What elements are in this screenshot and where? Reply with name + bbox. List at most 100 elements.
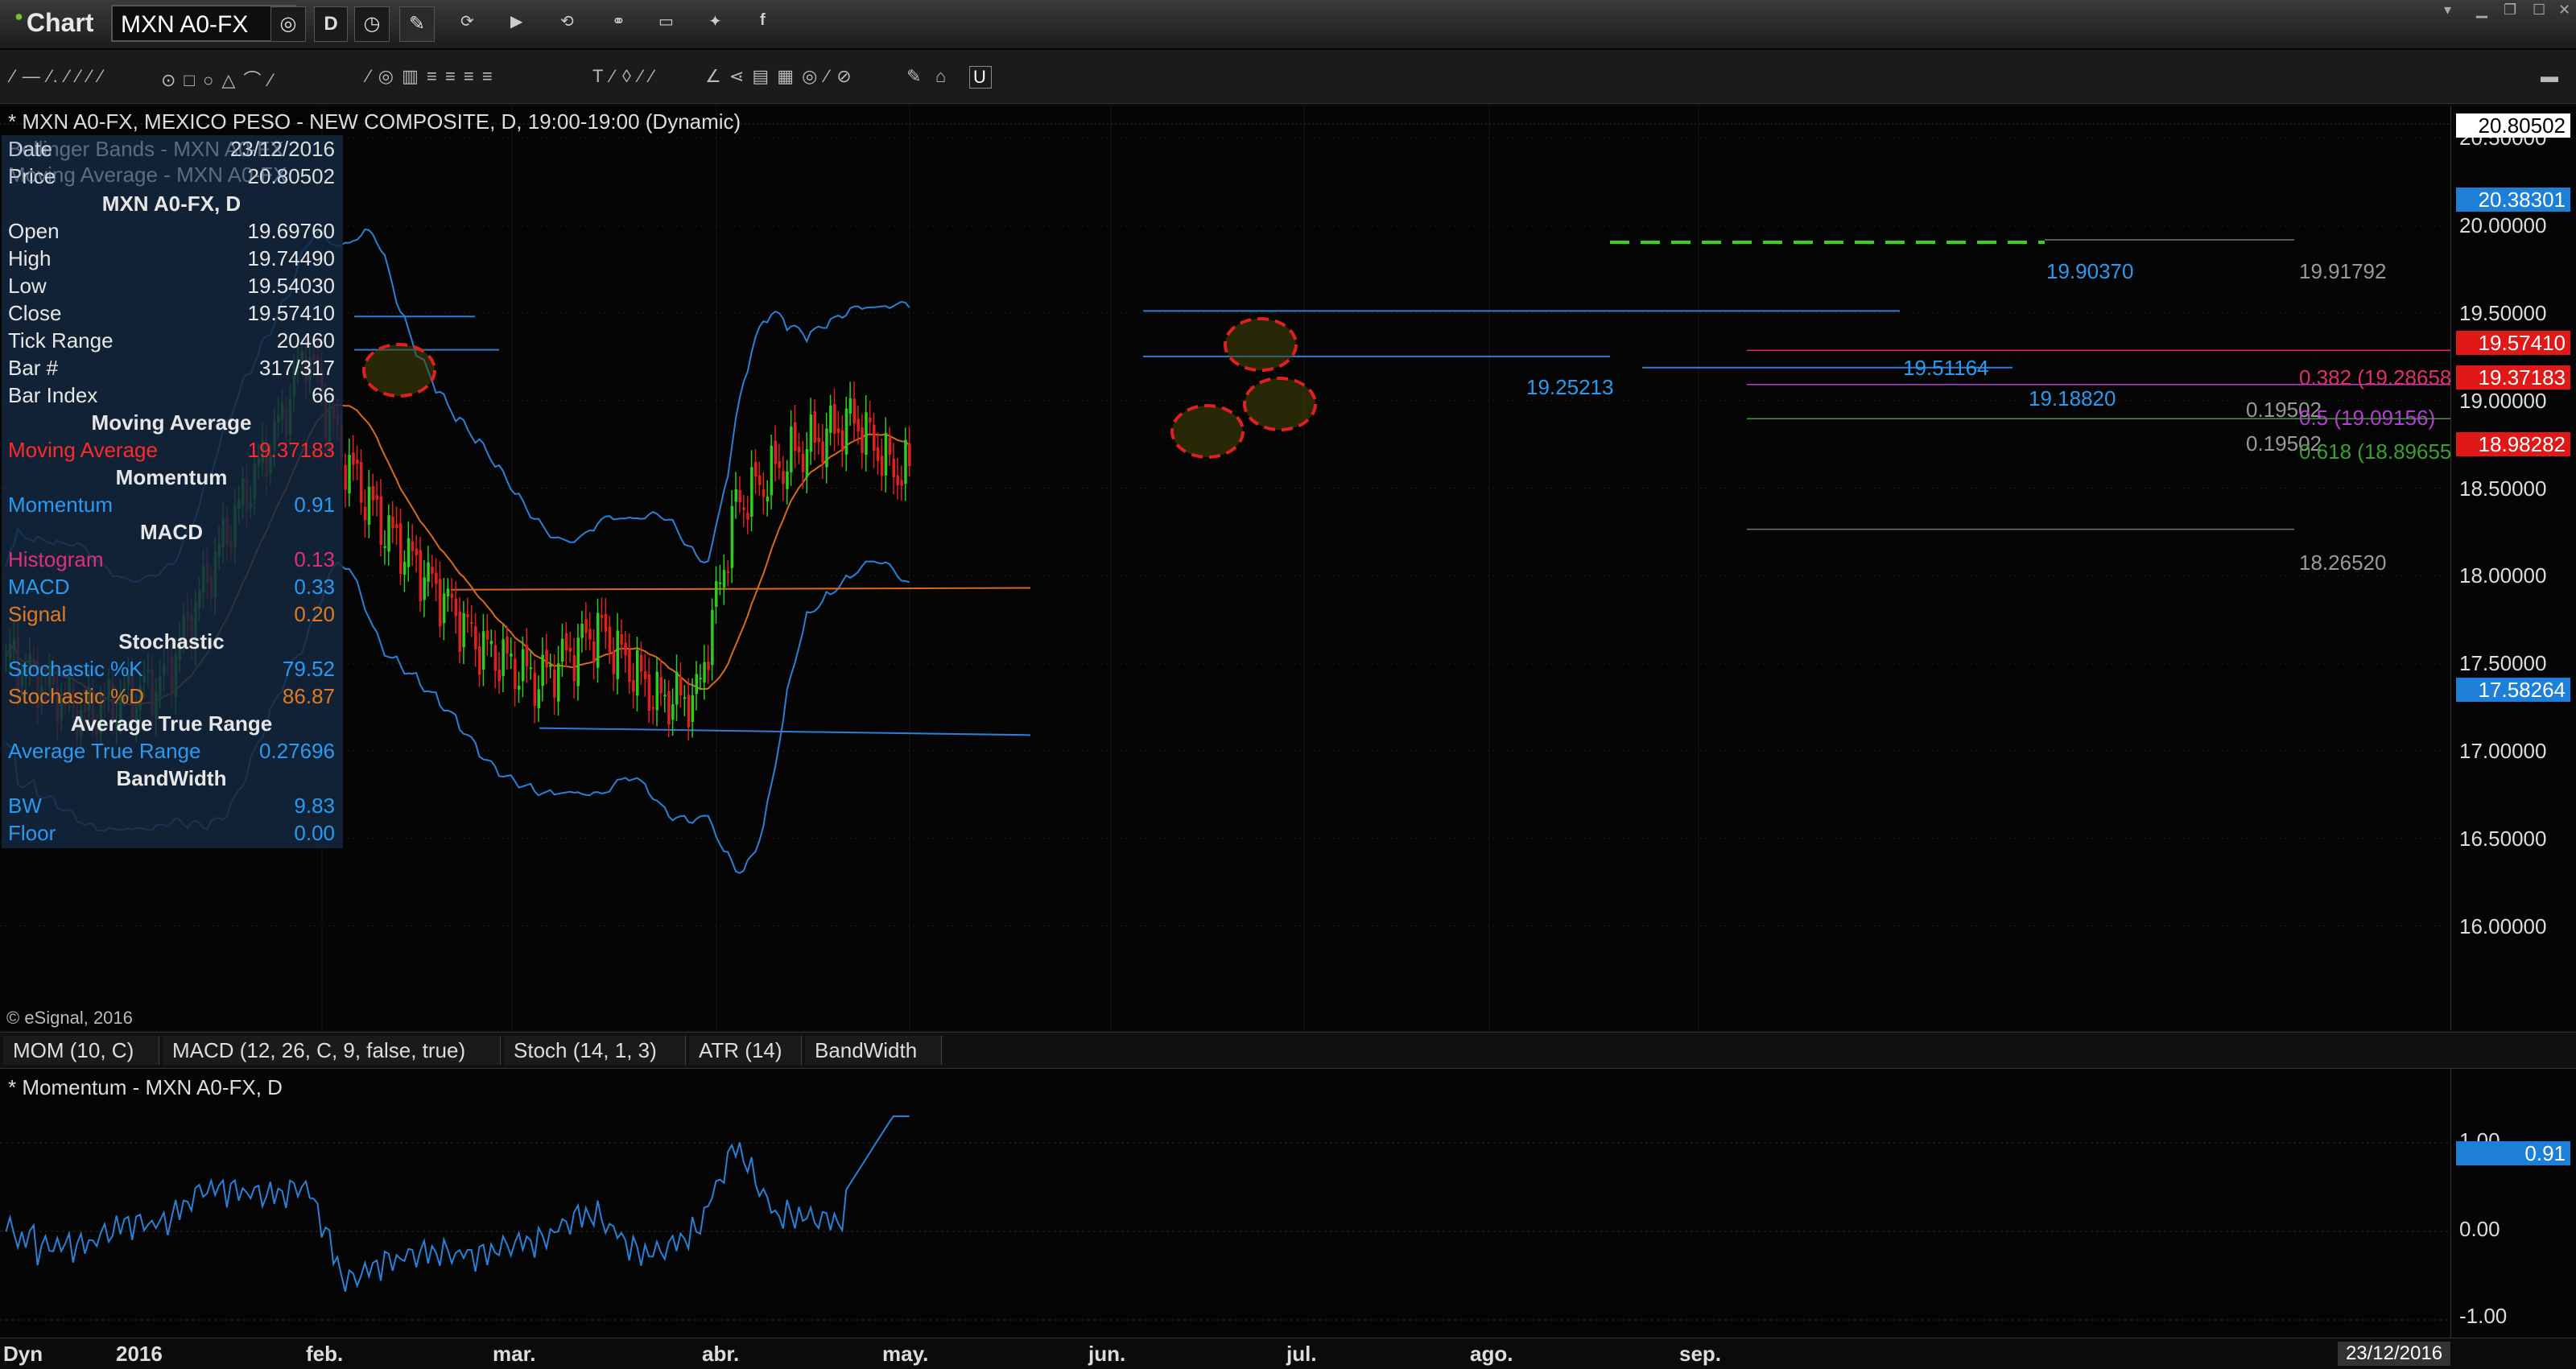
candle-body — [663, 695, 667, 697]
info-section-momentum: Momentum — [115, 465, 228, 489]
candle-body — [813, 411, 816, 443]
copyright-text: © eSignal, 2016 — [6, 1008, 133, 1028]
candle-body — [884, 432, 888, 476]
toolbar-menu-icon[interactable]: ▬ — [2541, 66, 2560, 87]
highlight-circle-2 — [1224, 317, 1298, 372]
tab-atr[interactable]: ATR (14) — [689, 1036, 802, 1065]
candle-body — [510, 654, 513, 657]
window-menu-icon[interactable]: ▾ — [2444, 2, 2451, 19]
cursor-date-label: 23/12/2016 — [2338, 1342, 2450, 1366]
draw-pencil-icon[interactable]: ✎ — [399, 6, 435, 42]
month-jun: jun. — [1088, 1342, 1126, 1366]
facebook-icon[interactable]: f — [760, 11, 766, 30]
candle-body — [726, 571, 730, 573]
highlight-circle-4 — [1243, 377, 1317, 431]
comment-icon[interactable]: ▭ — [658, 11, 674, 31]
shape-tools-icon[interactable]: ⊙ □ ○ △ ⌒ ⁄ — [161, 66, 274, 92]
candle-body — [836, 428, 840, 433]
tab-momentum[interactable]: MOM (10, C) — [3, 1036, 159, 1065]
candle-body — [616, 630, 619, 679]
close-icon[interactable]: ✕ — [2558, 2, 2570, 19]
candle-body — [873, 424, 876, 451]
eraser-icon[interactable]: ✎ — [906, 66, 923, 87]
info-close: Close 19.57410 — [8, 301, 335, 325]
lock-icon[interactable]: ⌂ — [935, 66, 947, 87]
candle-body — [869, 417, 872, 423]
text-tools-icon[interactable]: T ⁄ ◊ ⁄ ⁄ — [592, 66, 654, 87]
momentum-chart-svg[interactable] — [0, 1069, 2450, 1338]
fib-tools-icon[interactable]: ∠ ⋖ ▤ ▦ ◎ ⁄ ⊘ — [705, 66, 853, 87]
twitter-icon[interactable]: ✦ — [708, 11, 722, 31]
trendline-tools-icon[interactable]: ⁄ — ⁄. ⁄ ⁄ ⁄ ⁄ — [11, 66, 104, 87]
momentum-chart-area[interactable] — [0, 1069, 2450, 1338]
price-chart-svg[interactable]: 19.90370 19.91792 19.51164 19.25213 19.18820… — [0, 106, 2458, 1030]
candle-body — [647, 674, 651, 711]
refresh-icon[interactable]: ⟳ — [460, 11, 474, 31]
month-may: may. — [882, 1342, 929, 1366]
underline-icon[interactable]: U — [969, 66, 992, 89]
tab-macd[interactable]: MACD (12, 26, C, 9, false, true) — [163, 1036, 501, 1065]
restore-icon[interactable]: ❐ — [2504, 2, 2516, 19]
date-axis[interactable]: Dyn 2016 feb. mar. abr. may. jun. jul. a… — [0, 1338, 2576, 1369]
info-section-atr: Average True Range — [70, 711, 273, 736]
candle-body — [794, 422, 797, 452]
candle-body — [643, 671, 647, 680]
price-label-bb-upper: 20.38301 — [2456, 188, 2570, 212]
candle-body — [604, 614, 608, 632]
maximize-icon[interactable]: ☐ — [2533, 2, 2545, 19]
candle-body — [584, 619, 588, 633]
tab-stochastic[interactable]: Stoch (14, 1, 3) — [504, 1036, 686, 1065]
candle-body — [683, 697, 687, 699]
link-icon[interactable]: ⚭ — [612, 11, 625, 31]
price-tick-label: 19.50000 — [2459, 300, 2547, 325]
candle-body — [825, 428, 828, 468]
candle-body — [817, 437, 820, 443]
candle-body — [687, 695, 691, 728]
symbol-link-icon[interactable]: ◎ — [270, 6, 306, 42]
lower-support-line — [539, 727, 1031, 736]
candle-body — [537, 689, 540, 709]
candle-body — [722, 570, 726, 588]
candle-body — [560, 638, 564, 662]
candle-body — [411, 541, 415, 551]
candle-body — [805, 449, 809, 478]
candle-body — [371, 486, 375, 501]
esignal-logo-icon: ● — [14, 8, 23, 24]
info-low: Low 19.54030 — [8, 274, 335, 298]
info-open: Open 19.69760 — [8, 219, 335, 243]
info-section-symbol: MXN A0-FX, D — [101, 192, 242, 216]
candle-body — [852, 398, 856, 424]
momentum-axis[interactable]: 1.00 0.00 -1.00 0.91 — [2450, 1069, 2576, 1338]
info-section-stochastic: Stochastic — [118, 629, 225, 654]
info-high: High 19.74490 — [8, 246, 335, 270]
orange-support-line — [450, 587, 1031, 591]
candle-body — [481, 631, 485, 670]
candle-body — [612, 652, 616, 674]
minimize-icon[interactable]: ▁ — [2476, 2, 2487, 19]
candle-body — [442, 593, 446, 624]
play-icon[interactable]: ▶ — [510, 11, 522, 31]
symbol-input[interactable]: MXN A0-FX — [111, 5, 296, 42]
chart-title: * MXN A0-FX, MEXICO PESO - NEW COMPOSITE… — [8, 109, 741, 134]
indicator-tab-bar: MOM (10, C) MACD (12, 26, C, 9, false, t… — [0, 1032, 2576, 1069]
candle-body — [774, 440, 777, 464]
candle-body — [908, 443, 911, 467]
tab-bandwidth[interactable]: BandWidth — [805, 1036, 942, 1065]
price-axis[interactable]: 20.50000 20.00000 19.50000 19.00000 18.50000… — [2450, 106, 2576, 1030]
month-sep: sep. — [1679, 1342, 1722, 1366]
candle-body — [367, 486, 371, 526]
candle-body — [431, 567, 434, 574]
mom-tick-0: 0.00 — [2459, 1217, 2500, 1241]
history-icon[interactable]: ⟲ — [560, 11, 574, 31]
candle-body — [363, 506, 367, 521]
pattern-tools-icon[interactable]: ⁄ ◎ ▥ ≡ ≡ ≡ ≡ — [367, 66, 494, 87]
price-tick-label: 17.00000 — [2459, 738, 2547, 763]
clock-icon[interactable]: ◷ — [354, 6, 390, 42]
candle-body — [549, 665, 552, 667]
price-chart-area[interactable]: 19.90370 19.91792 19.51164 19.25213 19.18820… — [0, 106, 2458, 1030]
annotation-fib-382: 0.382 (19.28658) — [2299, 365, 2450, 390]
info-signal: Signal 0.20 — [8, 602, 335, 626]
interval-button[interactable]: D — [314, 6, 348, 42]
candle-body — [746, 513, 749, 520]
candle-body — [407, 538, 411, 567]
